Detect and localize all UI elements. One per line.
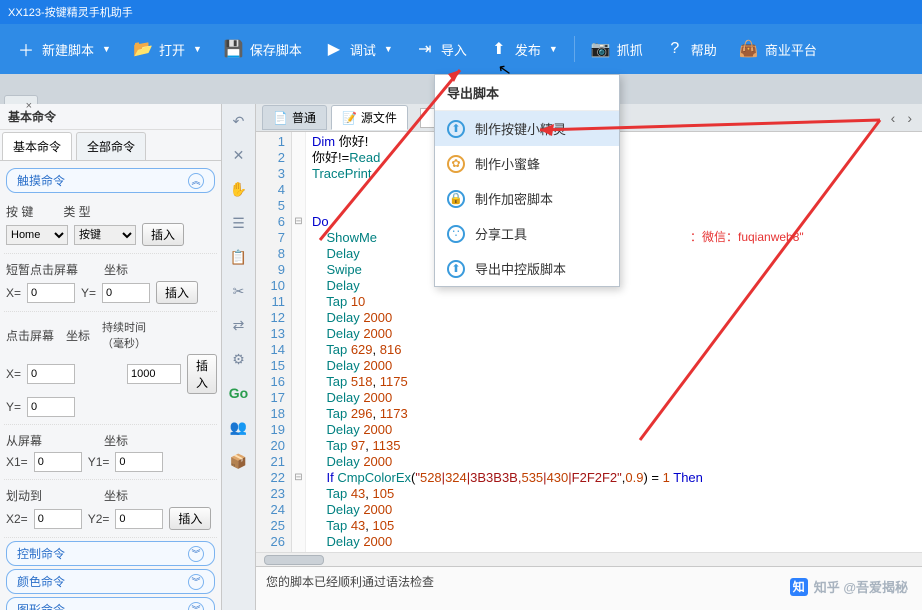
- share-icon: ∵: [447, 225, 465, 243]
- users-icon[interactable]: 👥: [228, 416, 250, 438]
- annotation-text: ：微信：fuqianweb8": [690, 228, 804, 245]
- hand-icon[interactable]: ✋: [228, 178, 250, 200]
- help-button[interactable]: ?帮助: [655, 33, 727, 65]
- short-tap-x[interactable]: [27, 283, 75, 303]
- to-y2[interactable]: [115, 509, 163, 529]
- dd-make-wizard[interactable]: ⬆制作按键小精灵: [435, 111, 619, 146]
- panel-title: 基本命令: [0, 104, 221, 130]
- window-title: XX123-按键精灵手机助手: [0, 0, 922, 24]
- play-icon: ▶: [324, 39, 344, 59]
- section-from-screen: 从屏幕坐标 X1= Y1=: [4, 425, 217, 480]
- tab-all-commands[interactable]: 全部命令: [76, 132, 146, 160]
- document-tab[interactable]: ×: [4, 95, 38, 104]
- export-icon: ⬆: [447, 260, 465, 278]
- chevron-down-icon: ︾: [188, 546, 204, 562]
- section-tap-screen: 点击屏幕坐标持续时间 （毫秒） X= 插入 Y=: [4, 312, 217, 425]
- insert-button[interactable]: 插入: [142, 223, 184, 246]
- type-label: 类 型: [63, 203, 90, 220]
- bee-icon: ✿: [447, 155, 465, 173]
- caret-icon: ▼: [384, 44, 393, 54]
- main-toolbar: ＋新建脚本▼ 📂打开▼ 💾保存脚本 ▶调试▼ ⇥导入 ⬆发布▼ 📷抓抓 ?帮助 …: [0, 24, 922, 74]
- commands-panel: 基本命令 基本命令 全部命令 触摸命令︽ 按 键 类 型 Home 按键 插入 …: [0, 104, 222, 610]
- dd-make-bee[interactable]: ✿制作小蜜蜂: [435, 146, 619, 181]
- tap-y[interactable]: [27, 397, 75, 417]
- save-icon: 💾: [224, 39, 244, 59]
- lock-icon: 🔒: [447, 190, 465, 208]
- dropdown-title: 导出脚本: [435, 75, 619, 111]
- tab-basic-commands[interactable]: 基本命令: [2, 132, 72, 160]
- publish-button[interactable]: ⬆发布▼: [479, 33, 568, 65]
- swap-icon[interactable]: ⇄: [228, 314, 250, 336]
- folder-icon: 📂: [133, 39, 153, 59]
- from-y1[interactable]: [115, 452, 163, 472]
- short-tap-y[interactable]: [102, 283, 150, 303]
- package-icon[interactable]: 📦: [228, 450, 250, 472]
- caret-icon: ▼: [193, 44, 202, 54]
- category-touch[interactable]: 触摸命令︽: [6, 168, 215, 193]
- wizard-icon: ⬆: [447, 120, 465, 138]
- capture-button[interactable]: 📷抓抓: [581, 33, 653, 65]
- list-icon[interactable]: ☰: [228, 212, 250, 234]
- zhihu-icon: 知: [790, 578, 808, 596]
- dd-export-central[interactable]: ⬆导出中控版脚本: [435, 251, 619, 286]
- caret-icon: ▼: [102, 44, 111, 54]
- open-button[interactable]: 📂打开▼: [123, 33, 212, 65]
- caret-icon: ▼: [549, 44, 558, 54]
- dd-share-tool[interactable]: ∵分享工具: [435, 216, 619, 251]
- category-control[interactable]: 控制命令︾: [6, 541, 215, 566]
- section-short-tap: 短暂点击屏幕坐标 X= Y= 插入: [4, 254, 217, 312]
- code-icon: 📝: [342, 111, 357, 125]
- import-button[interactable]: ⇥导入: [405, 33, 477, 65]
- new-script-button[interactable]: ＋新建脚本▼: [6, 33, 121, 65]
- close-icon[interactable]: ×: [26, 100, 32, 112]
- fold-gutter[interactable]: ⊟⊟: [292, 132, 306, 552]
- insert-button[interactable]: 插入: [187, 354, 217, 394]
- import-icon: ⇥: [415, 39, 435, 59]
- chevron-down-icon: ︾: [188, 602, 204, 610]
- publish-dropdown: 导出脚本 ⬆制作按键小精灵 ✿制作小蜜蜂 🔒制作加密脚本 ∵分享工具 ⬆导出中控…: [434, 74, 620, 287]
- help-icon: ?: [665, 39, 685, 59]
- chevron-down-icon: ︾: [188, 574, 204, 590]
- tab-normal[interactable]: 📄普通: [262, 105, 327, 130]
- tab-source[interactable]: 📝源文件: [331, 105, 408, 130]
- undo-icon[interactable]: ↶: [228, 110, 250, 132]
- insert-button[interactable]: 插入: [169, 507, 211, 530]
- insert-button[interactable]: 插入: [156, 281, 198, 304]
- debug-button[interactable]: ▶调试▼: [314, 33, 403, 65]
- doc-icon: 📄: [273, 111, 288, 125]
- section-key-type: 按 键 类 型 Home 按键 插入: [4, 196, 217, 254]
- publish-icon: ⬆: [489, 39, 509, 59]
- paste-icon[interactable]: 📋: [228, 246, 250, 268]
- dd-make-encrypted[interactable]: 🔒制作加密脚本: [435, 181, 619, 216]
- to-x2[interactable]: [34, 509, 82, 529]
- category-shape[interactable]: 图形命令︾: [6, 597, 215, 610]
- chevron-up-icon: ︽: [188, 173, 204, 189]
- tap-duration[interactable]: [127, 364, 181, 384]
- nav-prev[interactable]: ‹: [887, 110, 900, 126]
- category-color[interactable]: 颜色命令︾: [6, 569, 215, 594]
- vertical-toolstrip: ↶ ✕ ✋ ☰ 📋 ✂ ⇄ ⚙ Go 👥 📦: [222, 104, 256, 610]
- section-scroll-to: 划动到坐标 X2= Y2= 插入: [4, 480, 217, 538]
- from-x1[interactable]: [34, 452, 82, 472]
- watermark: 知 知乎 @吾爱揭秘: [790, 577, 908, 596]
- go-icon[interactable]: Go: [228, 382, 250, 404]
- cut-icon[interactable]: ✂: [228, 280, 250, 302]
- line-gutter: 1234567891011121314151617181920212223242…: [256, 132, 292, 552]
- key-label: 按 键: [6, 203, 33, 220]
- bag-icon: 👜: [739, 39, 759, 59]
- save-button[interactable]: 💾保存脚本: [214, 33, 312, 65]
- tap-x[interactable]: [27, 364, 75, 384]
- nav-next[interactable]: ›: [903, 110, 916, 126]
- plus-icon: ＋: [16, 39, 36, 59]
- delete-icon[interactable]: ✕: [228, 144, 250, 166]
- key-select[interactable]: Home: [6, 225, 68, 245]
- camera-icon: 📷: [591, 39, 611, 59]
- gear-icon[interactable]: ⚙: [228, 348, 250, 370]
- market-button[interactable]: 👜商业平台: [729, 33, 827, 65]
- horizontal-scrollbar[interactable]: [256, 552, 922, 566]
- type-select[interactable]: 按键: [74, 225, 136, 245]
